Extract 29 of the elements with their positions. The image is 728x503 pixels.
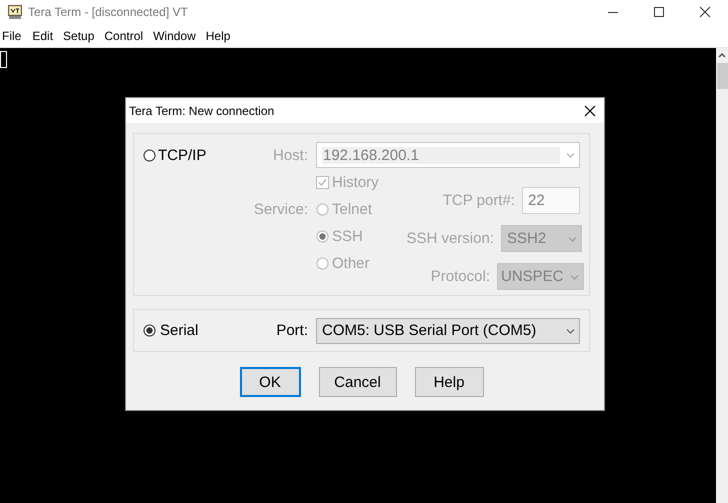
radio-label[interactable]: Serial — [160, 322, 198, 339]
field-label: Port: — [275, 322, 308, 339]
close-icon[interactable] — [699, 6, 711, 18]
field-label: SSH version: — [406, 230, 494, 247]
radio-button[interactable] — [143, 324, 156, 337]
field-label: Service: — [253, 201, 308, 218]
menu-item[interactable]: Edit — [27, 28, 58, 42]
field-label: Protocol: — [430, 268, 490, 285]
menu-item[interactable]: Help — [200, 28, 236, 42]
text-cursor — [0, 51, 7, 68]
menu-item[interactable]: Setup — [58, 28, 100, 42]
scroll-thumb[interactable] — [716, 63, 728, 89]
field-label: Host: — [272, 146, 308, 164]
dialog-button[interactable]: Help — [414, 367, 484, 397]
dialog-title: Tera Term: New connection — [129, 104, 274, 118]
port-dropdown[interactable]: COM5: USB Serial Port (COM5) — [316, 318, 580, 344]
field-label: TCP port#: — [442, 192, 515, 209]
scroll-bar[interactable] — [716, 48, 728, 503]
dialog-button[interactable]: Cancel — [318, 367, 396, 397]
close-icon[interactable] — [584, 104, 596, 116]
window-title: Tera Term - [disconnected] VT — [28, 5, 189, 19]
maximize-icon[interactable] — [653, 6, 665, 18]
menu-item[interactable]: Window — [148, 28, 201, 42]
menu-item[interactable]: Control — [99, 28, 148, 42]
dialog-button[interactable]: OK — [240, 367, 300, 397]
scroll-up-icon[interactable] — [717, 51, 727, 60]
dropdown-icon[interactable] — [566, 328, 575, 334]
menu-item[interactable]: File — [0, 28, 28, 42]
app-icon[interactable] — [8, 5, 22, 19]
